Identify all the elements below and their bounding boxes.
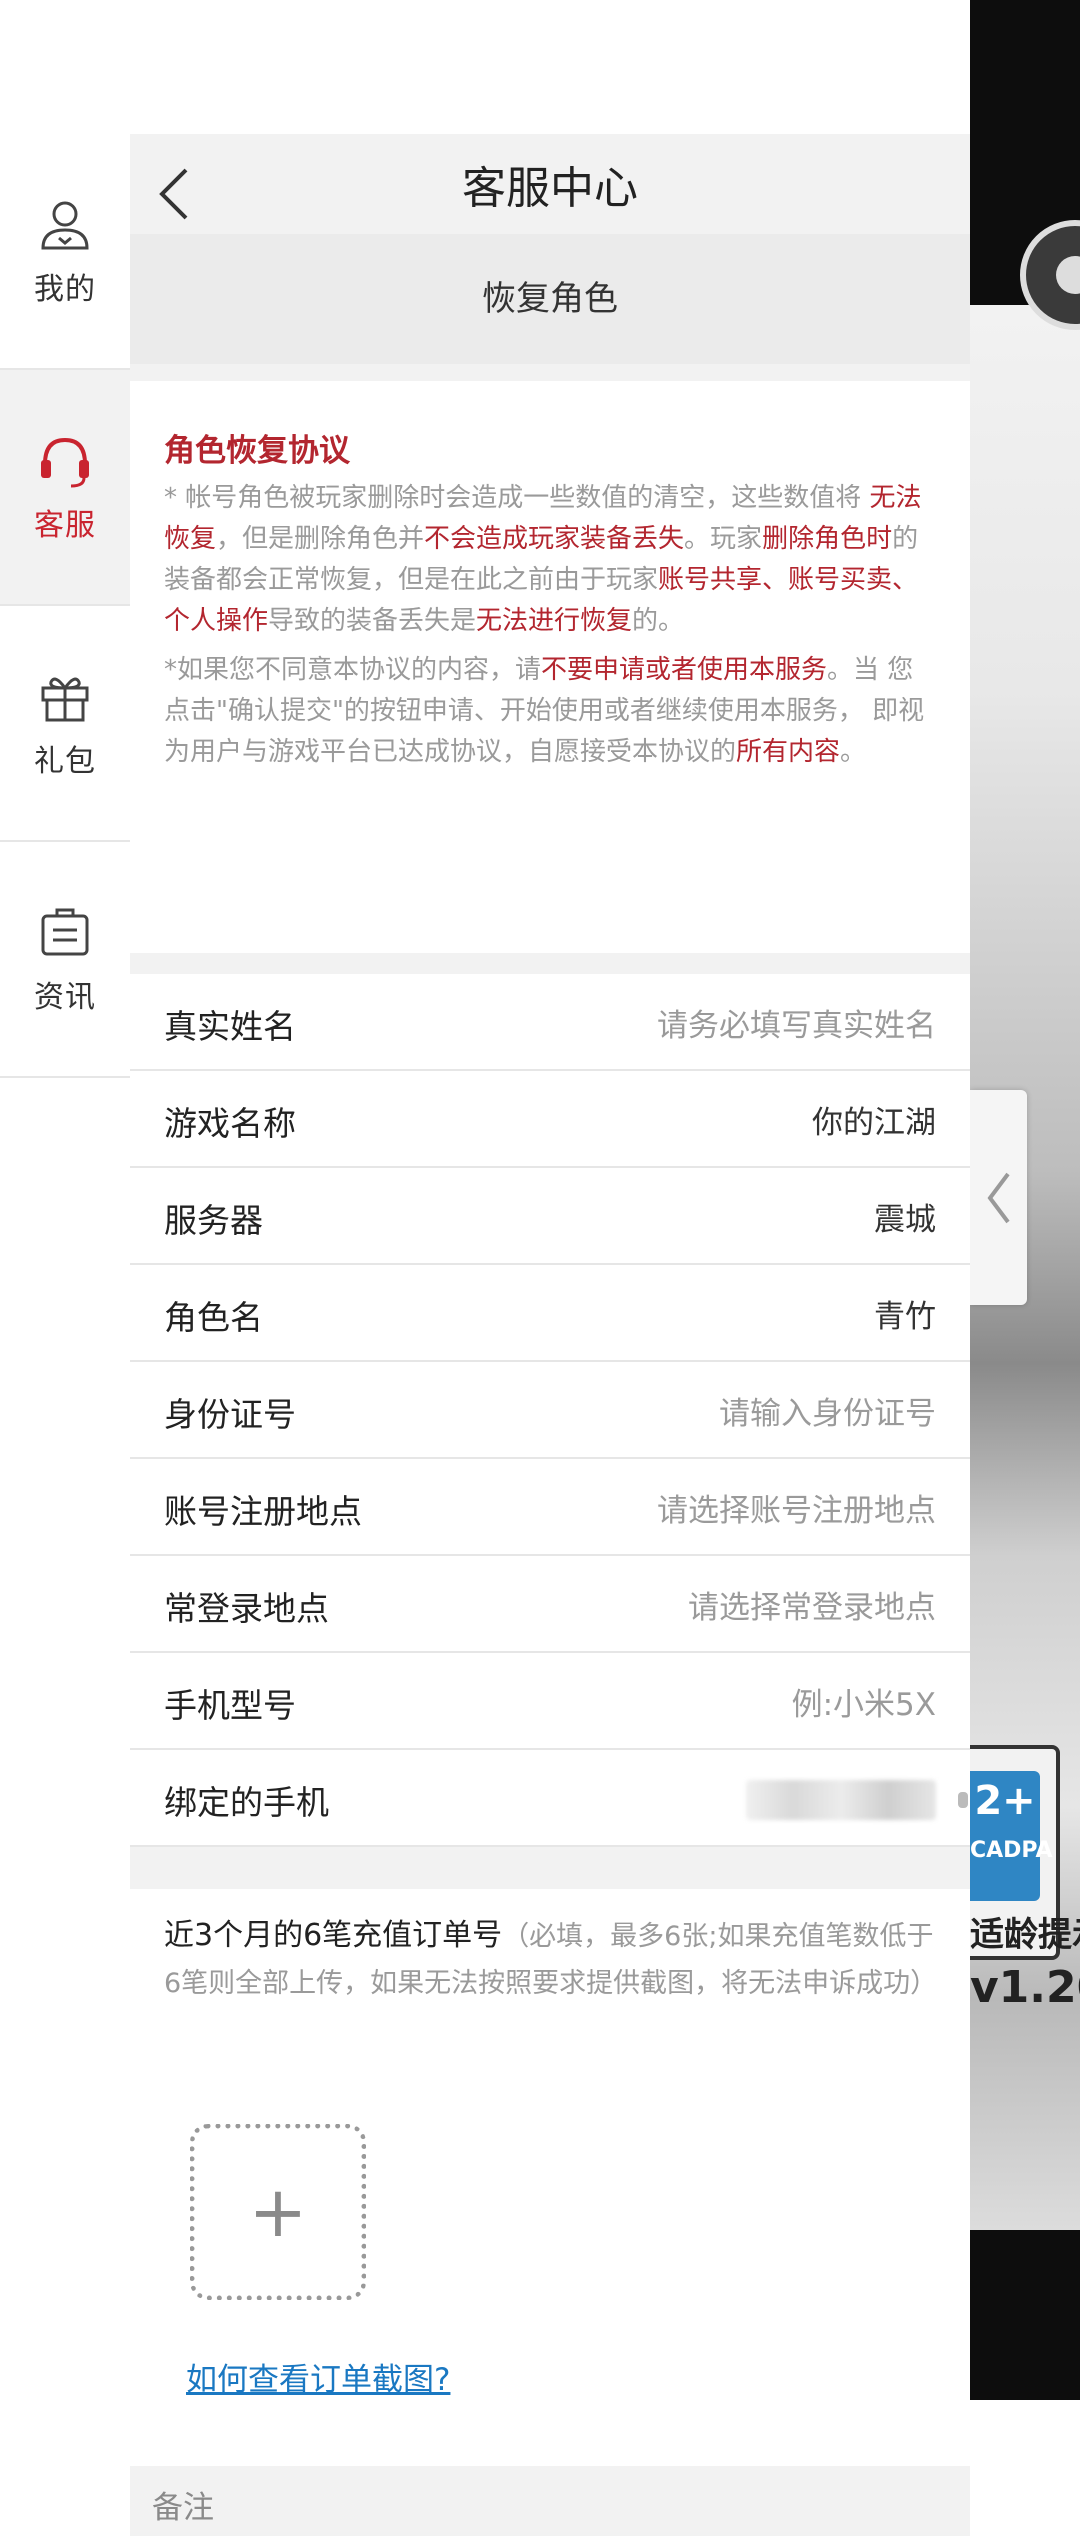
upload-screenshot-button[interactable]: + [190,2124,366,2300]
agreement-highlight: 不会造成玩家装备丢失 [424,524,685,554]
form-field-label: 手机型号 [164,1686,296,1725]
sidebar-item-gift[interactable]: 礼包 [0,606,130,842]
remarks-section: 备注 [130,2466,970,2536]
section-title: 恢复角色 [130,234,970,364]
sidebar-item-label: 我的 [34,272,96,307]
form-field-value[interactable]: 震城 [874,1194,936,1239]
form-field-label: 游戏名称 [164,1104,296,1143]
form-row[interactable]: 手机型号 例:小米5X [130,1653,970,1750]
chevron-left-icon [987,1172,1010,1223]
form-field-label: 身份证号 [164,1395,296,1434]
orders-title: 近3个月的6笔充值订单号 [164,1918,503,1953]
remarks-label: 备注 [152,2490,214,2526]
sidebar-item-news[interactable]: 资讯 [0,842,130,1078]
form-field-label: 角色名 [164,1298,263,1337]
form-row[interactable]: 角色名 青竹 [130,1265,970,1362]
agreement-text: 。 [840,737,867,767]
agreement-title: 角色恢复协议 [164,433,350,469]
form-field-label: 服务器 [164,1201,263,1240]
sidebar-item-support[interactable]: 客服 [0,370,130,606]
game-version: v1.20.80 [970,1962,1080,2013]
form-field-value[interactable]: 青竹 [874,1291,936,1336]
form-row[interactable]: 绑定的手机 [130,1750,970,1847]
form-field-label: 真实姓名 [164,1007,296,1046]
agreement-paragraph-1: * 帐号角色被玩家删除时会造成一些数值的清空，这些数值将 无法恢复，但是删除角色… [164,478,936,642]
agreement-highlight: 所有内容 [736,737,841,767]
recovery-form: 真实姓名 请务必填写真实姓名游戏名称 你的江湖服务器 震城角色名 青竹身份证号 请输入身份… [130,974,970,1847]
sidebar-item-label: 客服 [34,508,96,543]
agreement-text: *如果您不同意本协议的内容，请 [164,655,542,685]
form-row[interactable]: 服务器 震城 [130,1168,970,1265]
form-field-placeholder[interactable]: 请选择账号注册地点 [657,1485,936,1530]
form-field-placeholder[interactable]: 请选择常登录地点 [688,1582,936,1627]
agreement-text: * 帐号角色被玩家删除时会造成一些数值的清空，这些数值将 [164,483,870,513]
game-background: 2+ CADPA 适龄提示 v1.20.80 [970,0,1080,2400]
age-rating-tip: 适龄提示 [970,1915,1080,1955]
support-panel: 客服中心 恢复角色 角色恢复协议 * 帐号角色被玩家删除时会造成一些数值的清空，… [130,134,970,2536]
gift-icon [41,677,89,722]
form-row[interactable]: 真实姓名 请务必填写真实姓名 [130,974,970,1071]
form-field-value[interactable]: 你的江湖 [812,1097,936,1142]
agreement-highlight: 无法进行恢复 [476,606,633,636]
rating-badge-mark: 2+ CADPA [970,1771,1053,1901]
news-icon [41,908,89,956]
form-field-label: 绑定的手机 [164,1783,329,1822]
orders-instructions: 近3个月的6笔充值订单号（必填，最多6张;如果充值笔数低于6笔则全部上传，如果无… [164,1913,937,2007]
age-rating-badge: 2+ CADPA 适龄提示 [970,1745,1080,1960]
form-row[interactable]: 账号注册地点 请选择账号注册地点 [130,1459,970,1556]
agreement-highlight: 不要申请或者使用本服务 [541,655,828,685]
agreement-text: 。玩家 [684,524,763,554]
how-to-view-order-link[interactable]: 如何查看订单截图? [186,2354,450,2399]
form-row[interactable]: 常登录地点 请选择常登录地点 [130,1556,970,1653]
sidebar-item-mine[interactable]: 我的 [0,134,130,370]
agreement-highlight: 删除角色时 [762,524,893,554]
panel-header: 客服中心 [130,134,970,234]
headset-icon [41,437,89,488]
agreement-text: 导致的装备丢失是 [268,606,477,636]
agreement-text: 的。 [632,606,685,636]
sidebar-item-label: 礼包 [34,744,96,779]
form-field-placeholder[interactable]: 例:小米5X [792,1679,936,1724]
form-row[interactable]: 身份证号 请输入身份证号 [130,1362,970,1459]
agreement-box: 角色恢复协议 * 帐号角色被玩家删除时会造成一些数值的清空，这些数值将 无法恢复… [130,381,970,953]
plus-icon: + [248,2171,308,2253]
form-field-label: 常登录地点 [164,1589,329,1628]
sidebar-nav: 我的 客服 礼包 资讯 [0,134,130,2400]
form-field-label: 账号注册地点 [164,1492,362,1531]
agreement-paragraph-2: *如果您不同意本协议的内容，请不要申请或者使用本服务。当 您点击"确认提交"的按… [164,650,936,773]
form-field-placeholder[interactable]: 请务必填写真实姓名 [657,1000,936,1045]
user-icon [41,201,89,250]
page-title: 客服中心 [462,163,638,214]
form-field-placeholder[interactable]: 请输入身份证号 [719,1388,936,1433]
form-row[interactable]: 游戏名称 你的江湖 [130,1071,970,1168]
agreement-text: ，但是删除角色并 [216,524,425,554]
order-screenshots-section: 近3个月的6笔充值订单号（必填，最多6张;如果充值笔数低于6笔则全部上传，如果无… [130,1889,970,2463]
chevron-right-icon [958,1792,968,1808]
panel-collapse-tab[interactable] [970,1090,1027,1305]
redacted-phone-value[interactable] [746,1780,936,1820]
sidebar-item-label: 资讯 [34,980,96,1015]
